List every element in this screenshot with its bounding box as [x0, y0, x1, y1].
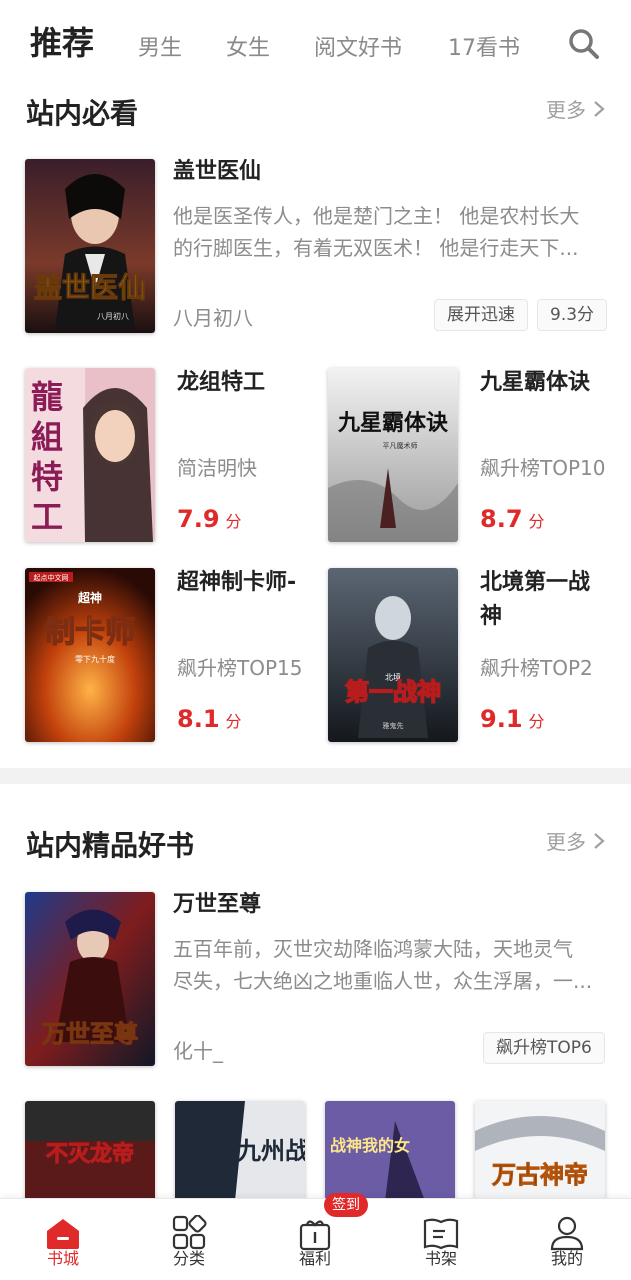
nav-mine[interactable]: 我的 [504, 1199, 630, 1280]
score-unit: 分 [225, 512, 242, 531]
book-meta: 简洁明快 [177, 456, 257, 480]
book-tag: 飙升榜TOP6 [483, 1032, 605, 1064]
book-meta: 飙升榜TOP10 [480, 456, 606, 480]
book-desc-line2: 尽失，七大绝凶之地重临人世，众生浮屠，一... [173, 969, 593, 993]
book-title[interactable]: 盖世医仙 [173, 155, 261, 189]
top-tab-bar: 推荐 男生 女生 阅文好书 17看书 [0, 0, 631, 80]
nav-label: 福利 [298, 1249, 331, 1268]
cover-title-text: 制卡师 [45, 615, 135, 650]
chevron-right-icon [594, 832, 605, 849]
cover-author-text: 平凡魔术师 [383, 441, 418, 450]
book-desc-line1: 他是医圣传人，他是楚门之主！ 他是农村长大 [173, 204, 580, 228]
book-title[interactable]: 万世至尊 [173, 888, 261, 922]
tab-male[interactable]: 男生 [138, 30, 182, 62]
tab-female[interactable]: 女生 [226, 30, 270, 62]
bottom-nav-bar: 书城 分类 签到 福利 书架 我的 [0, 1193, 631, 1280]
cover-top-text: 超神 [77, 590, 102, 605]
book-desc-line1: 五百年前，灭世灾劫降临鸿蒙大陆，天地灵气 [173, 937, 573, 961]
tab-recommend[interactable]: 推荐 [30, 18, 94, 64]
cover-title-text: 九州战 [236, 1136, 305, 1165]
book-score: 8.7 分 [480, 505, 545, 533]
book-title[interactable]: 九星霸体诀 [480, 366, 590, 400]
cover-title-text: 战神我的女 [330, 1136, 410, 1155]
book-meta: 飙升榜TOP15 [177, 656, 303, 680]
cover-title-char-1: 龍 [31, 378, 63, 416]
section-divider [0, 768, 631, 784]
nav-label: 书城 [46, 1249, 79, 1268]
cover-title-char-2: 組 [31, 418, 63, 456]
cover-author-text: 雅鬼先 [383, 721, 404, 730]
book-cover-chaoshen-zhikashi[interactable]: 起点中文网 超神 制卡师 零下九十度 [25, 568, 155, 742]
score-value: 9.1 [480, 705, 523, 733]
nav-label: 书架 [424, 1249, 457, 1268]
score-unit: 分 [528, 512, 545, 531]
book-score-tag: 9.3分 [537, 299, 608, 331]
nav-label: 分类 [172, 1249, 205, 1268]
cover-title-text: 盖世医仙 [34, 271, 146, 304]
more-label: 更多 [546, 98, 586, 122]
cover-title-text: 第一战神 [345, 677, 441, 706]
section-title-must-read: 站内必看 [26, 97, 139, 130]
cover-title-text: 万世至尊 [42, 1019, 138, 1048]
book-meta: 飙升榜TOP2 [480, 656, 593, 680]
book-author: 化十_ [173, 1039, 223, 1063]
more-label: 更多 [546, 830, 586, 854]
score-unit: 分 [528, 712, 545, 731]
book-cover-jiuzhou-zhan[interactable]: 九州战 [175, 1101, 305, 1201]
tab-yuewen[interactable]: 阅文好书 [314, 30, 402, 62]
cover-title-text: 不灭龙帝 [46, 1141, 134, 1167]
book-author: 八月初八 [173, 306, 253, 330]
checkin-badge: 签到 [324, 1193, 368, 1217]
book-cover-longzu-tegong[interactable]: 龍 組 特 工 [25, 368, 155, 542]
book-cover-wangu-shendi[interactable]: 万古神帝 [475, 1101, 605, 1201]
score-value: 7.9 [177, 505, 220, 533]
nav-bookshelf[interactable]: 书架 [378, 1199, 504, 1280]
cover-title-char-4: 工 [31, 498, 63, 536]
tab-17kan[interactable]: 17看书 [448, 30, 520, 62]
book-cover-bumie-longdi[interactable]: 不灭龙帝 [25, 1101, 155, 1201]
nav-category[interactable]: 分类 [126, 1199, 252, 1280]
book-score: 8.1 分 [177, 705, 242, 733]
book-tag: 展开迅速 [434, 299, 528, 331]
more-link-must-read[interactable]: 更多 [546, 94, 606, 123]
score-unit: 分 [225, 712, 242, 731]
book-cover-beijing-zhanshen[interactable]: 北境 第一战神 雅鬼先 [328, 568, 458, 742]
more-link-quality-books[interactable]: 更多 [546, 826, 606, 855]
cover-author-text: 零下九十度 [75, 654, 115, 664]
cover-title-text: 万古神帝 [492, 1160, 588, 1189]
book-score: 9.1 分 [480, 705, 545, 733]
cover-title-char-3: 特 [31, 458, 63, 496]
section-title-quality-books: 站内精品好书 [26, 829, 195, 862]
nav-label: 我的 [550, 1249, 583, 1268]
cover-title-text: 九星霸体诀 [337, 410, 448, 436]
cover-brand-text: 起点中文网 [34, 573, 69, 582]
score-value: 8.7 [480, 505, 523, 533]
nav-bookcity[interactable]: 书城 [0, 1199, 126, 1280]
book-cover-wanshi-zhizun[interactable]: 万世至尊 [25, 892, 155, 1066]
book-title[interactable]: 北境第一战神 [480, 566, 610, 634]
cover-author-text: 八月初八 [97, 311, 129, 321]
book-cover-jiuxing-batijue[interactable]: 九星霸体诀 平凡魔术师 [328, 368, 458, 542]
book-cover-zhanshen-nv[interactable]: 战神我的女 [325, 1101, 455, 1201]
chevron-right-icon [594, 100, 605, 117]
book-title[interactable]: 超神制卡师- [177, 566, 297, 600]
search-icon[interactable] [566, 26, 602, 62]
book-title[interactable]: 龙组特工 [177, 366, 265, 400]
score-value: 8.1 [177, 705, 220, 733]
book-cover-gaishi-yixian[interactable]: 盖世医仙 八月初八 [25, 159, 155, 333]
nav-welfare[interactable]: 签到 福利 [252, 1193, 378, 1280]
book-desc-line2: 的行脚医生，有着无双医术！ 他是行走天下... [173, 236, 579, 260]
book-score: 7.9 分 [177, 505, 242, 533]
